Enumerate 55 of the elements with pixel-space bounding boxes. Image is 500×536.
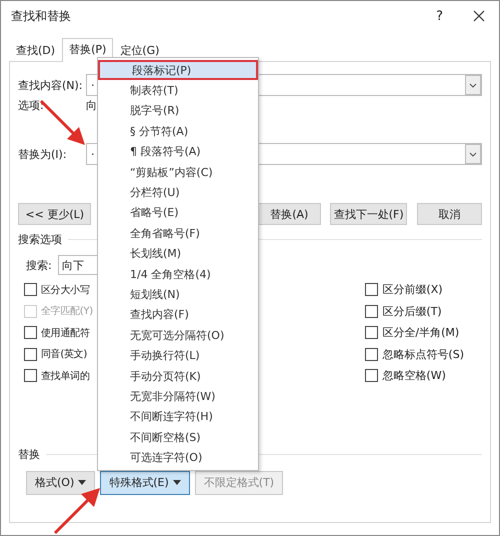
menu-item[interactable]: 无宽可选分隔符(O) xyxy=(98,325,258,346)
checkbox-label: 区分后缀(T) xyxy=(382,304,442,319)
options-value: 向 xyxy=(86,98,97,112)
dropdown-icon[interactable] xyxy=(465,75,481,95)
checkbox[interactable] xyxy=(365,283,378,296)
field-label: 查找内容(N): xyxy=(18,78,84,92)
field-label: 替换为(I): xyxy=(18,146,68,162)
menu-item[interactable]: ¶ 段落符号(A) xyxy=(98,142,258,162)
checkbox-label: 全字匹配(Y) xyxy=(41,304,93,318)
menu-item[interactable]: 不间断连字符(H) xyxy=(98,406,258,428)
dialog-button[interactable]: 取消 xyxy=(417,203,482,225)
menu-item[interactable]: 分栏符(U) xyxy=(98,182,258,203)
dialog-button[interactable]: 替换(A) xyxy=(257,203,322,225)
menu-item[interactable]: 省略号(E) xyxy=(98,202,258,224)
checkbox-label: 忽略标点符号(S) xyxy=(382,346,464,362)
checkbox-label: 同音(英文) xyxy=(41,348,88,362)
checkbox[interactable] xyxy=(24,283,37,296)
checkbox[interactable] xyxy=(24,326,37,340)
checkbox-label: 查找单词的 xyxy=(41,370,90,383)
checkbox-label: 区分全/半角(M) xyxy=(382,325,460,340)
dialog-button[interactable]: 查找下一处(F) xyxy=(330,203,408,225)
checkbox[interactable] xyxy=(365,348,378,361)
menu-item[interactable]: 不间断空格(S) xyxy=(98,427,258,448)
checkbox-label: 使用通配符 xyxy=(41,326,90,340)
format-button[interactable]: 特殊格式(E) xyxy=(100,470,190,494)
checkbox-label: 区分大小写 xyxy=(41,284,90,297)
tab[interactable]: 定位(G) xyxy=(113,39,166,61)
format-button[interactable]: 格式(O) xyxy=(26,470,96,494)
menu-item[interactable]: 手动分页符(K) xyxy=(98,366,258,386)
checkbox[interactable] xyxy=(365,326,378,340)
search-label: 搜索: xyxy=(26,258,53,272)
checkbox[interactable] xyxy=(24,348,37,361)
checkbox[interactable] xyxy=(365,369,378,382)
menu-item[interactable]: 段落标记(P) xyxy=(98,60,258,80)
close-icon[interactable] xyxy=(473,10,485,22)
checkbox[interactable] xyxy=(365,304,378,318)
menu-item[interactable]: 脱字号(R) xyxy=(98,100,258,122)
menu-item[interactable]: 全角省略号(F) xyxy=(98,223,258,244)
menu-item[interactable]: § 分节符(A) xyxy=(98,121,258,142)
tab[interactable]: 查找(D) xyxy=(9,39,62,61)
checkbox-label: 忽略空格(W) xyxy=(382,368,446,384)
menu-item[interactable]: 查找内容(F) xyxy=(98,304,258,326)
checkbox-label: 区分前缀(X) xyxy=(382,282,443,298)
help-button[interactable]: ? xyxy=(436,8,443,24)
dropdown-icon[interactable] xyxy=(465,144,481,164)
menu-item[interactable]: 短划线(N) xyxy=(98,284,258,305)
checkbox[interactable] xyxy=(24,369,37,382)
menu-item[interactable]: 手动换行符(L) xyxy=(98,345,258,366)
menu-item[interactable]: 可选连字符(O) xyxy=(98,447,258,468)
dialog-button[interactable]: << 更少(L) xyxy=(18,203,92,225)
section-title: 搜索选项 xyxy=(18,232,62,246)
tab[interactable]: 替换(P) xyxy=(62,38,114,62)
menu-item[interactable]: 无宽非分隔符(W) xyxy=(98,386,258,407)
window-title: 查找和替换 xyxy=(11,8,72,24)
section-title: 替换 xyxy=(18,447,40,462)
